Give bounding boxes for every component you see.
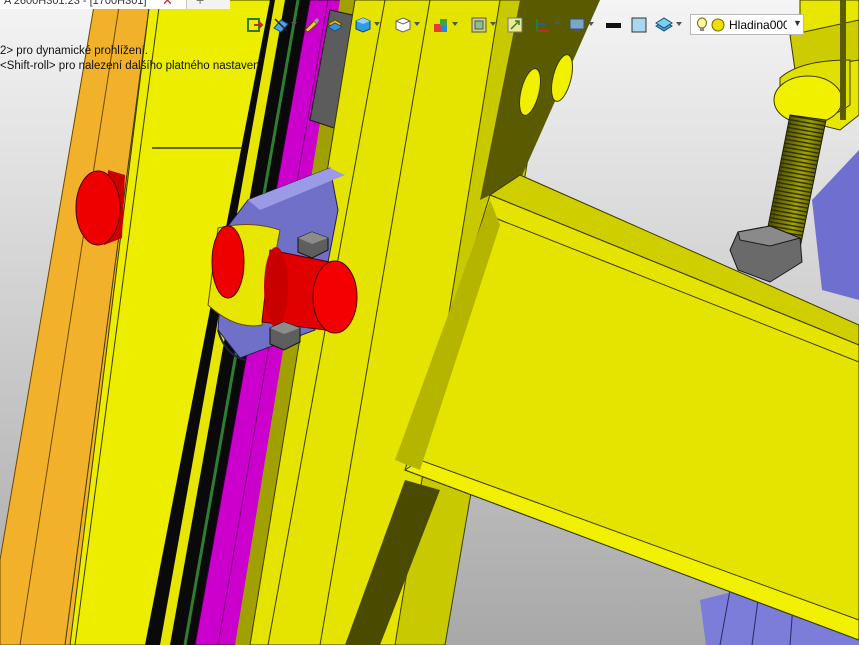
exit-edit-icon[interactable] [246, 13, 268, 37]
3d-viewport[interactable] [0, 0, 859, 645]
document-tab-title: A 2600H301.23 - [1700H301] [4, 0, 147, 7]
hint-line-2: <Shift-roll> pro nalezení dalšího platné… [0, 60, 263, 72]
color-fill-icon[interactable] [432, 13, 460, 37]
color-swatch-icon[interactable] [630, 13, 652, 37]
render-icon[interactable] [568, 13, 596, 37]
section-plane-icon[interactable] [272, 13, 298, 37]
document-tab[interactable]: A 2600H301.23 - [1700H301] ✕ [0, 0, 187, 9]
layer-color-icon [711, 18, 725, 32]
solid-cube-icon[interactable] [354, 13, 382, 37]
chevron-down-icon[interactable]: ▼ [793, 18, 802, 28]
document-tab-bar: A 2600H301.23 - [1700H301] ✕ + [0, 0, 230, 9]
layers-mini-icon[interactable] [326, 13, 348, 37]
zoom-fit-icon[interactable] [506, 13, 528, 37]
line-style-icon[interactable] [604, 13, 626, 37]
left-red-cylinder [75, 170, 125, 246]
view-orient-icon[interactable] [470, 13, 498, 37]
hint-line-1: 2> pro dynamické prohlížení. [0, 45, 148, 57]
line-tool-icon[interactable] [302, 13, 324, 37]
layer-combobox[interactable]: Hladina000 ▼ [690, 14, 804, 35]
viewport-hints: 2> pro dynamické prohlížení. <Shift-roll… [0, 44, 263, 74]
wire-cube-icon[interactable] [394, 13, 422, 37]
layer-stack-icon[interactable] [654, 13, 684, 37]
layer-name: Hladina000 [729, 18, 787, 32]
lightbulb-icon[interactable] [695, 17, 709, 33]
tab-close-icon[interactable]: ✕ [162, 0, 173, 8]
new-tab-icon[interactable]: + [196, 0, 204, 7]
dimension-icon[interactable] [534, 13, 562, 37]
